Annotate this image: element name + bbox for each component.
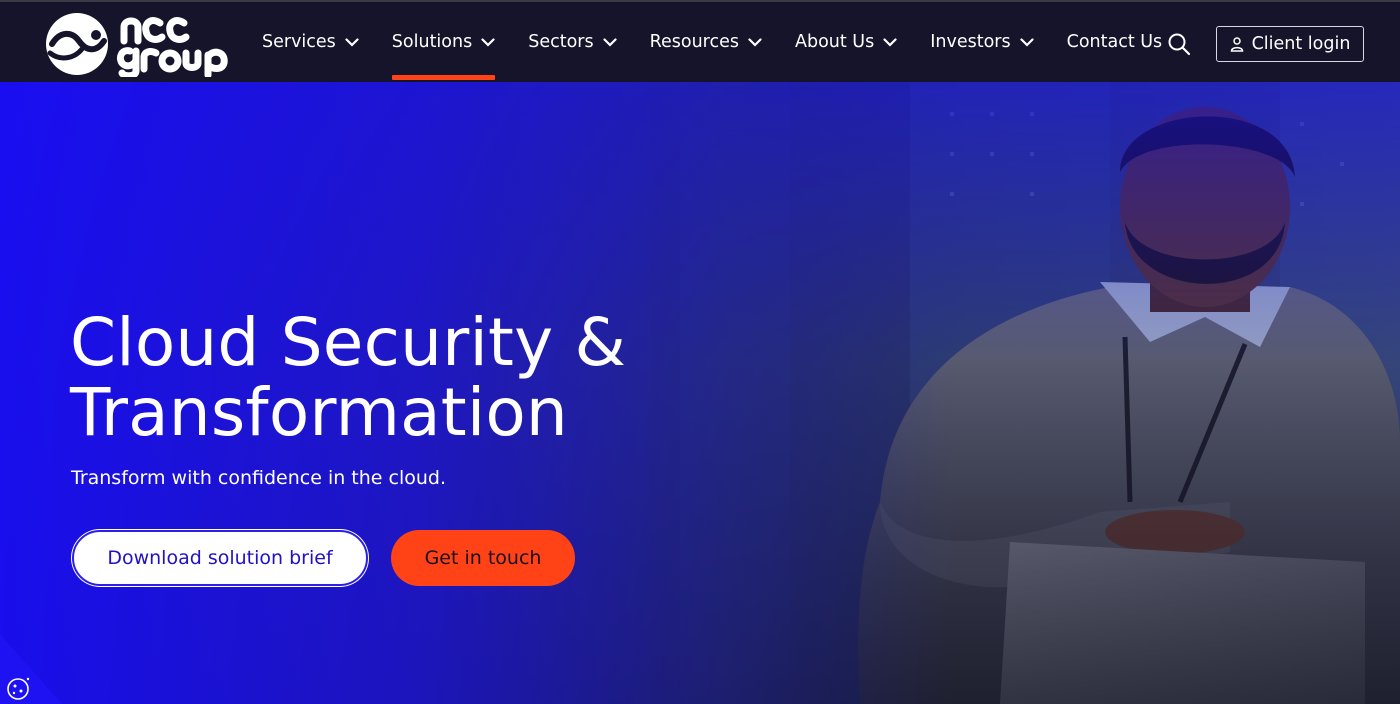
hero-title-line2: Transformation: [70, 374, 568, 451]
hero-title: Cloud Security & Transformation: [70, 308, 690, 448]
nav-item-contact-us[interactable]: Contact Us: [1067, 2, 1163, 82]
hero-title-line1: Cloud Security &: [70, 304, 627, 381]
site-header: Services Solutions Sectors Resources Abo…: [0, 0, 1400, 82]
nav-item-about-us[interactable]: About Us: [795, 2, 897, 82]
hero-subtitle: Transform with confidence in the cloud.: [71, 467, 447, 489]
page: Services Solutions Sectors Resources Abo…: [0, 0, 1400, 704]
nav-label-investors: Investors: [930, 32, 1011, 52]
hero-banner: Cloud Security & Transformation Transfor…: [0, 82, 1400, 704]
nav-item-sectors[interactable]: Sectors: [528, 2, 617, 82]
nav-item-resources[interactable]: Resources: [650, 2, 762, 82]
nav-label-sectors: Sectors: [528, 32, 594, 52]
client-login-label: Client login: [1251, 34, 1351, 54]
nav-item-solutions[interactable]: Solutions: [391, 2, 496, 82]
ncc-group-logo[interactable]: [46, 11, 242, 77]
chevron-down-icon: [748, 37, 762, 47]
nav-item-services[interactable]: Services: [262, 2, 359, 82]
nav-label-solutions: Solutions: [391, 32, 473, 52]
nav-label-services: Services: [262, 32, 336, 52]
download-solution-brief-button[interactable]: Download solution brief: [72, 530, 368, 586]
search-icon[interactable]: [1167, 32, 1191, 56]
chevron-down-icon: [345, 37, 359, 47]
client-login-button[interactable]: Client login: [1216, 26, 1364, 62]
user-icon: [1230, 36, 1243, 52]
nav-label-about-us: About Us: [794, 32, 875, 52]
get-in-touch-button[interactable]: Get in touch: [391, 530, 575, 586]
chevron-down-icon: [1019, 37, 1034, 47]
chevron-down-icon: [481, 37, 495, 47]
nav-item-investors[interactable]: Investors: [930, 2, 1034, 82]
chevron-down-icon: [883, 37, 897, 47]
cookie-settings-icon[interactable]: [0, 634, 62, 704]
chevron-down-icon: [603, 37, 617, 47]
nav-label-resources: Resources: [649, 32, 739, 52]
main-nav: Services Solutions Sectors Resources Abo…: [262, 2, 1195, 82]
nav-label-contact-us: Contact Us: [1066, 32, 1163, 52]
